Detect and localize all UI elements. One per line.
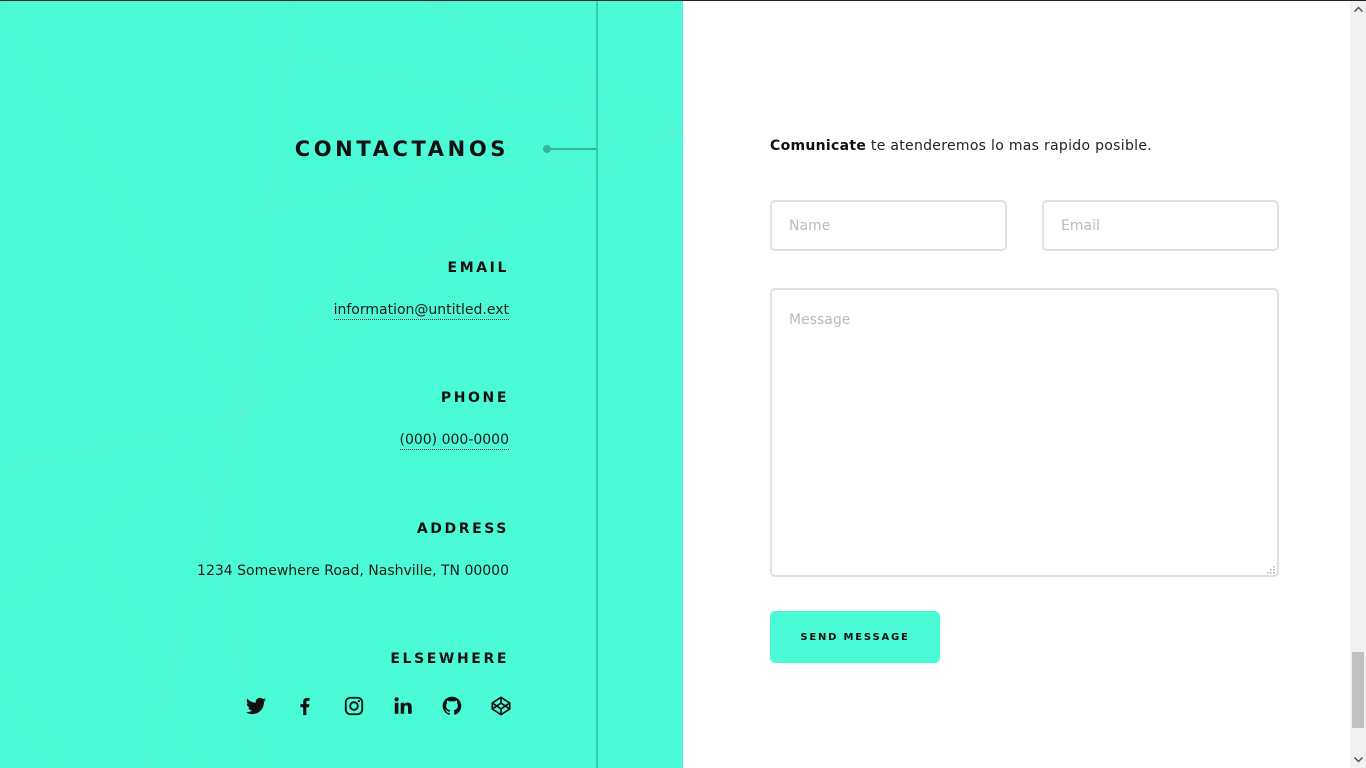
email-label: EMAIL [447,260,509,276]
twitter-icon[interactable] [244,694,268,718]
instagram-icon[interactable] [342,694,366,718]
connector-bar [549,148,597,150]
codepen-icon[interactable] [489,694,513,718]
phone-block: PHONE (000) 000-0000 [399,390,509,450]
scrollbar-thumb[interactable] [1352,652,1364,728]
github-icon[interactable] [440,694,464,718]
page-title: CONTACTANOS [294,137,509,161]
elsewhere-block: ELSEWHERE [390,651,509,667]
message-textarea[interactable] [770,288,1279,577]
heading-row: CONTACTANOS [295,135,509,163]
facebook-icon[interactable] [293,694,317,718]
address-block: ADDRESS 1234 Somewhere Road, Nashville, … [197,521,509,579]
contact-info-panel: CONTACTANOS EMAIL information@untitled.e… [0,1,683,768]
heading-connector [543,144,597,154]
intro-bold: Comunicate [770,138,867,154]
linkedin-icon[interactable] [391,694,415,718]
resize-grip-icon[interactable] [1265,564,1275,574]
page-scrollbar[interactable] [1350,1,1366,768]
email-link[interactable]: information@untitled.ext [333,302,509,320]
address-text: 1234 Somewhere Road, Nashville, TN 00000 [197,563,509,579]
email-input[interactable] [1042,200,1279,251]
intro-text: te atenderemos lo mas rapido posible. [866,138,1152,154]
form-intro: Comunicate te atenderemos lo mas rapido … [770,138,1152,154]
phone-label: PHONE [440,390,509,406]
email-block: EMAIL information@untitled.ext [333,260,509,320]
contact-form-panel: Comunicate te atenderemos lo mas rapido … [683,1,1350,768]
scroll-down-arrow-icon[interactable] [1350,752,1366,768]
address-label: ADDRESS [416,521,509,537]
scroll-up-arrow-icon[interactable] [1350,1,1366,17]
name-input[interactable] [770,200,1007,251]
elsewhere-label: ELSEWHERE [390,651,509,667]
timeline-vertical-line [596,1,598,768]
top-border [0,0,1366,1]
send-message-button[interactable]: SEND MESSAGE [770,611,940,663]
background-line-pattern [0,1,683,768]
phone-link[interactable]: (000) 000-0000 [399,432,509,450]
social-links [244,694,513,718]
